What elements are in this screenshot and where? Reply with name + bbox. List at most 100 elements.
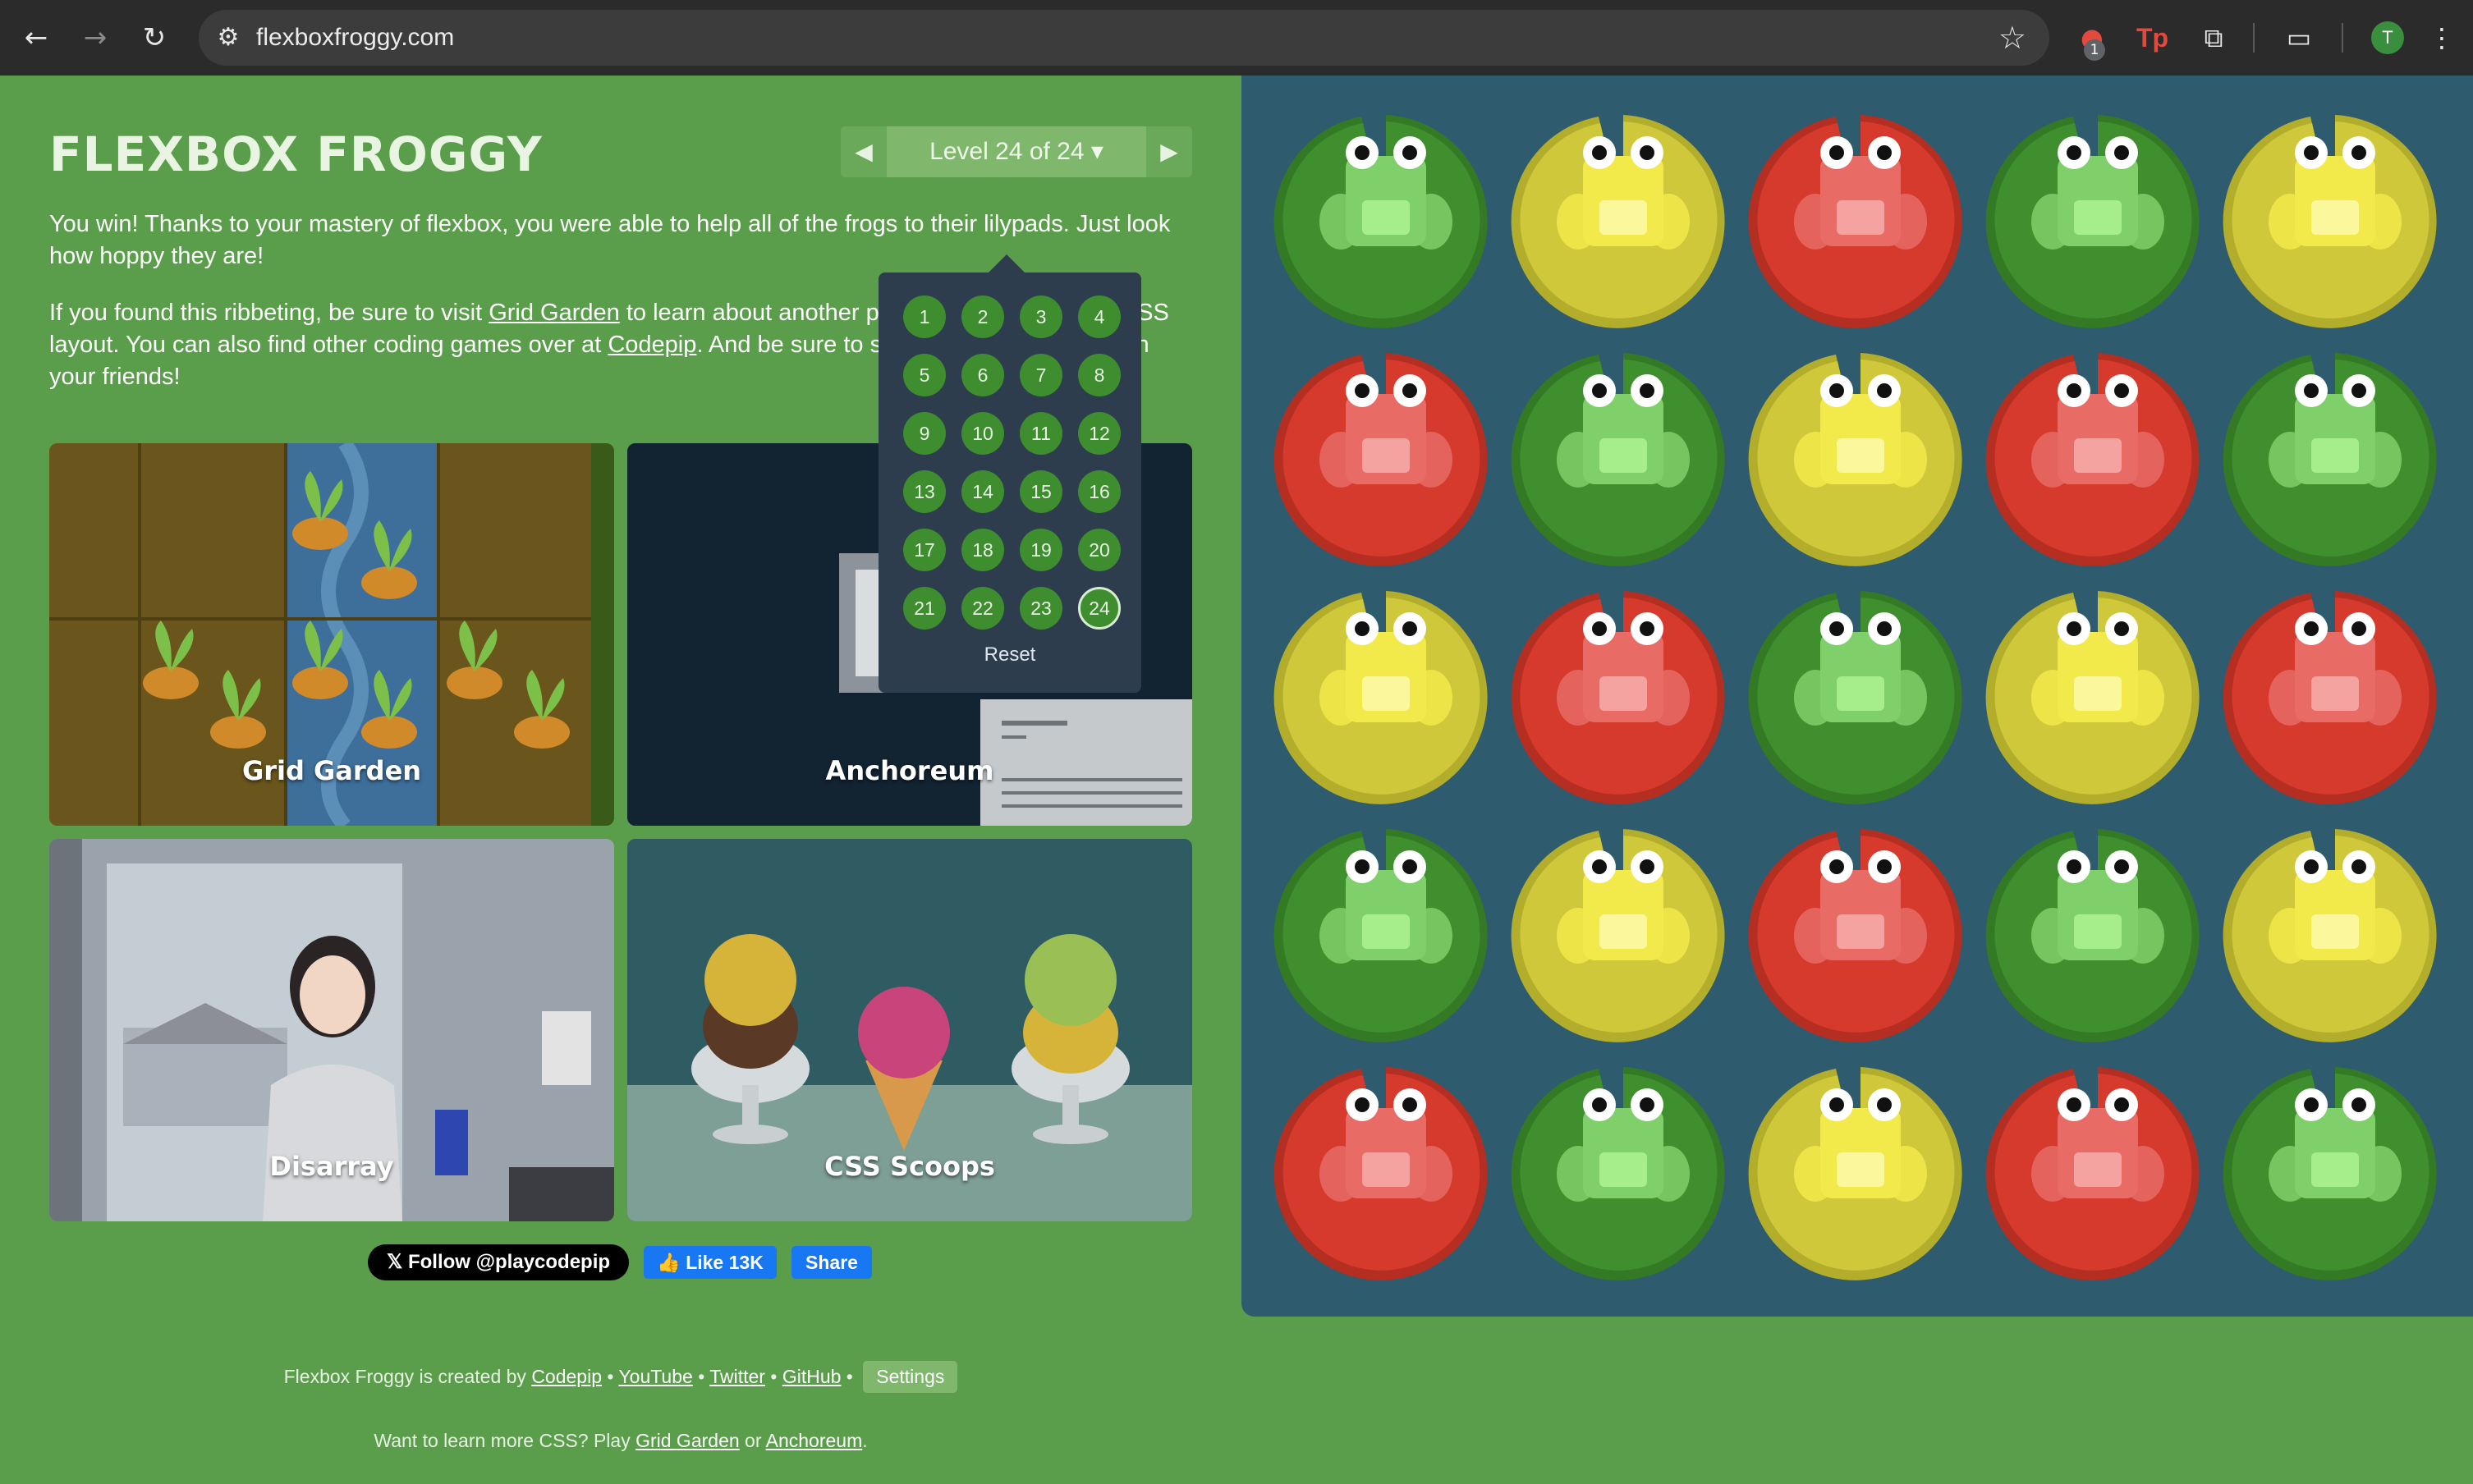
green-frog bbox=[2031, 850, 2164, 964]
level-button-16[interactable]: 16 bbox=[1078, 470, 1121, 513]
instructions-panel: FLEXBOX FROGGY ◀ Level 24 of 24 ▾ ▶ You … bbox=[0, 76, 1241, 1484]
next-level-icon[interactable]: ▶ bbox=[1146, 126, 1192, 177]
green-frog bbox=[2269, 374, 2402, 488]
red-frog bbox=[2031, 374, 2164, 488]
forward-icon[interactable]: → bbox=[76, 18, 115, 57]
puzzle-icon[interactable]: ⧉ bbox=[2194, 18, 2233, 57]
browser-toolbar: ← → ↻ ⚙ flexboxfroggy.com ☆ ● 1 Tp ⧉ ▭ T… bbox=[0, 0, 2473, 76]
green-frog bbox=[1319, 850, 1452, 964]
game-tile-grid-garden[interactable]: Grid Garden bbox=[49, 443, 614, 826]
level-button-9[interactable]: 9 bbox=[903, 412, 946, 455]
level-button-20[interactable]: 20 bbox=[1078, 529, 1121, 571]
yellow-frog bbox=[1557, 850, 1690, 964]
page-title: FLEXBOX FROGGY bbox=[49, 126, 543, 182]
level-button-17[interactable]: 17 bbox=[903, 529, 946, 571]
level-button-15[interactable]: 15 bbox=[1020, 470, 1062, 513]
profile-avatar[interactable]: T bbox=[2371, 21, 2404, 54]
red-frog bbox=[1557, 612, 1690, 726]
reset-button[interactable]: Reset bbox=[879, 644, 1141, 666]
green-frog bbox=[1557, 1088, 1690, 1202]
prev-level-icon[interactable]: ◀ bbox=[841, 126, 887, 177]
level-button-2[interactable]: 2 bbox=[961, 295, 1004, 338]
red-frog bbox=[2031, 1088, 2164, 1202]
level-button-10[interactable]: 10 bbox=[961, 412, 1004, 455]
level-button-24[interactable]: 24 bbox=[1078, 587, 1121, 630]
toolbar-separator bbox=[2342, 23, 2343, 53]
footer-text: Flexbox Froggy is created by bbox=[283, 1366, 532, 1387]
level-button-13[interactable]: 13 bbox=[903, 470, 946, 513]
youtube-link[interactable]: YouTube bbox=[618, 1366, 692, 1387]
level-button-3[interactable]: 3 bbox=[1020, 295, 1062, 338]
codepip-footer-link[interactable]: Codepip bbox=[531, 1366, 602, 1387]
grid-garden-link[interactable]: Grid Garden bbox=[489, 300, 620, 326]
dropdown-tip bbox=[989, 254, 1025, 273]
yellow-frog bbox=[2269, 850, 2402, 964]
level-button-4[interactable]: 4 bbox=[1078, 295, 1121, 338]
codepip-link[interactable]: Codepip bbox=[608, 332, 696, 358]
level-button-21[interactable]: 21 bbox=[903, 587, 946, 630]
level-button-14[interactable]: 14 bbox=[961, 470, 1004, 513]
level-button-12[interactable]: 12 bbox=[1078, 412, 1121, 455]
reload-icon[interactable]: ↻ bbox=[135, 18, 174, 57]
yellow-frog bbox=[2269, 136, 2402, 250]
x-follow-button[interactable]: 𝕏 Follow @playcodepip bbox=[368, 1244, 629, 1280]
footer-learn-more: Want to learn more CSS? Play Grid Garden… bbox=[0, 1430, 1241, 1452]
more-menu-icon[interactable]: ⋮ bbox=[2427, 18, 2457, 57]
level-button-8[interactable]: 8 bbox=[1078, 354, 1121, 396]
game-tile-label: CSS Scoops bbox=[824, 1151, 995, 1182]
red-frog bbox=[1319, 374, 1452, 488]
back-icon[interactable]: ← bbox=[16, 18, 56, 57]
pond-board bbox=[1241, 76, 2473, 1317]
red-frog bbox=[1794, 850, 1927, 964]
yellow-frog bbox=[1319, 612, 1452, 726]
bookmark-star-icon[interactable]: ☆ bbox=[1998, 20, 2026, 56]
level-button-22[interactable]: 22 bbox=[961, 587, 1004, 630]
extension-tp-icon[interactable]: Tp bbox=[2136, 18, 2168, 57]
yellow-frog bbox=[1557, 136, 1690, 250]
footer-text: . bbox=[862, 1430, 868, 1451]
github-link[interactable]: GitHub bbox=[782, 1366, 842, 1387]
game-tile-disarray[interactable]: Disarray bbox=[49, 839, 614, 1221]
cast-icon[interactable]: ▭ bbox=[2278, 18, 2320, 57]
level-selector[interactable]: ◀ Level 24 of 24 ▾ ▶ bbox=[841, 126, 1192, 177]
footer-text: Want to learn more CSS? Play bbox=[374, 1430, 636, 1451]
level-button-19[interactable]: 19 bbox=[1020, 529, 1062, 571]
level-indicator[interactable]: Level 24 of 24 ▾ bbox=[887, 126, 1146, 177]
level-button-23[interactable]: 23 bbox=[1020, 587, 1062, 630]
green-frog bbox=[2269, 1088, 2402, 1202]
yellow-frog bbox=[2031, 612, 2164, 726]
level-button-7[interactable]: 7 bbox=[1020, 354, 1062, 396]
url-text[interactable]: flexboxfroggy.com bbox=[256, 10, 454, 66]
level-button-1[interactable]: 1 bbox=[903, 295, 946, 338]
level-dropdown: 1 2 3 4 5 6 7 8 9 10 11 12 13 14 15 16 17 18 19 20 21 22 23 24 … bbox=[879, 254, 1141, 693]
game-tile-css-scoops[interactable]: CSS Scoops bbox=[627, 839, 1192, 1221]
level-button-11[interactable]: 11 bbox=[1020, 412, 1062, 455]
green-frog bbox=[1557, 374, 1690, 488]
green-frog bbox=[1319, 136, 1452, 250]
promo-text: If you found this ribbeting, be sure to … bbox=[49, 300, 489, 326]
green-frog bbox=[2031, 136, 2164, 250]
facebook-like-button[interactable]: 👍 Like 13K bbox=[644, 1246, 777, 1279]
game-tile-label: Anchoreum bbox=[825, 755, 994, 786]
game-tile-label: Disarray bbox=[269, 1151, 394, 1182]
red-frog bbox=[2269, 612, 2402, 726]
footer-text: or bbox=[739, 1430, 766, 1451]
green-frog bbox=[1794, 612, 1927, 726]
level-button-18[interactable]: 18 bbox=[961, 529, 1004, 571]
level-button-5[interactable]: 5 bbox=[903, 354, 946, 396]
address-bar[interactable]: ⚙ flexboxfroggy.com ☆ bbox=[199, 10, 2049, 66]
game-tile-label: Grid Garden bbox=[241, 755, 422, 786]
facebook-share-button[interactable]: Share bbox=[791, 1246, 872, 1279]
yellow-frog bbox=[1794, 374, 1927, 488]
footer-credits: Flexbox Froggy is created by Codepip • Y… bbox=[0, 1361, 1241, 1393]
anchoreum-footer-link[interactable]: Anchoreum bbox=[766, 1430, 863, 1451]
twitter-link[interactable]: Twitter bbox=[709, 1366, 765, 1387]
red-frog bbox=[1319, 1088, 1452, 1202]
site-settings-icon[interactable]: ⚙ bbox=[213, 23, 243, 53]
level-button-6[interactable]: 6 bbox=[961, 354, 1004, 396]
extension-badge: 1 bbox=[2084, 39, 2105, 61]
grid-garden-footer-link[interactable]: Grid Garden bbox=[635, 1430, 740, 1451]
settings-button[interactable]: Settings bbox=[863, 1361, 958, 1393]
toolbar-separator bbox=[2253, 23, 2255, 53]
yellow-frog bbox=[1794, 1088, 1927, 1202]
